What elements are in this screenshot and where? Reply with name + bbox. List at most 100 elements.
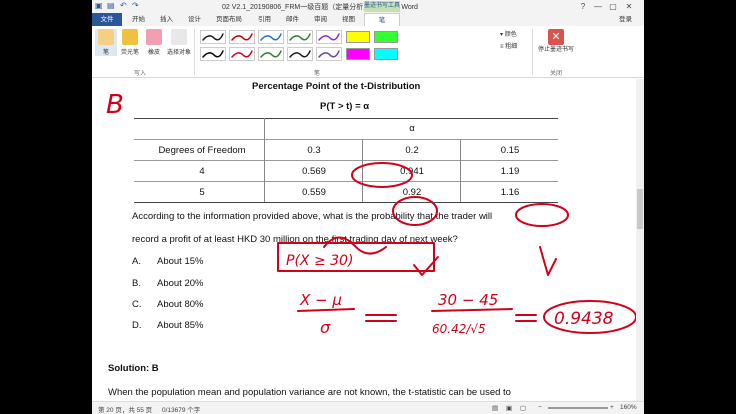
redo-icon[interactable]: ↷ bbox=[132, 1, 139, 11]
highlighter-button[interactable]: 荧光笔 bbox=[119, 29, 141, 56]
ink-formula-left: X − μ bbox=[299, 291, 342, 309]
status-bar: 第 20 页，共 55 页 0/13679 个字 ▤ ▣ ▢ − + 160% bbox=[92, 401, 644, 414]
zoom-in-icon[interactable]: + bbox=[610, 404, 614, 411]
save-icon[interactable]: ▤ bbox=[107, 1, 115, 11]
tab-review[interactable]: 审阅 bbox=[314, 13, 327, 26]
stop-inking-button[interactable]: ✕ 停止墨迹书写 bbox=[536, 29, 576, 54]
tab-references[interactable]: 引用 bbox=[258, 13, 271, 26]
group-divider bbox=[532, 29, 533, 75]
page-indicator[interactable]: 第 20 页，共 55 页 bbox=[98, 404, 152, 414]
highlighter-color-option[interactable] bbox=[346, 48, 370, 60]
table-cell: 1.16 bbox=[500, 187, 520, 198]
zoom-slider[interactable] bbox=[548, 407, 608, 409]
tab-pen[interactable]: 笔 bbox=[364, 13, 400, 26]
question-line-1: According to the information provided ab… bbox=[132, 211, 493, 222]
column-header: 0.2 bbox=[405, 145, 419, 156]
degrees-of-freedom-header: Degrees of Freedom bbox=[158, 145, 246, 156]
tab-file[interactable]: 文件 bbox=[92, 13, 122, 26]
table-cell: 0.92 bbox=[402, 187, 422, 198]
word-window: ▣ ▤ ↶ ↷ 02 V2.1_20190806_FRM一级百题（定量分析）_授… bbox=[92, 0, 644, 414]
close-button[interactable]: ✕ bbox=[622, 0, 636, 13]
ink-formula-mid-den: 60.42/√5 bbox=[432, 322, 486, 336]
pen-group-label: 笔 bbox=[314, 71, 321, 77]
alpha-header: α bbox=[409, 123, 415, 134]
ribbon-tabs: 墨迹书写工具 文件 开始 插入 设计 页面布局 引用 邮件 审阅 视图 笔 登录 bbox=[92, 1, 644, 26]
pen-style-option[interactable] bbox=[258, 47, 284, 61]
table-row-border bbox=[134, 139, 558, 140]
close-group-label: 关闭 bbox=[550, 71, 563, 77]
tab-design[interactable]: 设计 bbox=[188, 13, 201, 26]
word-count[interactable]: 0/13679 个字 bbox=[162, 404, 200, 414]
ink-fraction-bar bbox=[431, 308, 513, 312]
highlighter-label: 荧光笔 bbox=[120, 50, 139, 56]
ink-formula-mid: 30 − 45 bbox=[438, 291, 498, 309]
option-text: About 15% bbox=[157, 256, 204, 267]
select-objects-label: 选择对象 bbox=[166, 50, 191, 56]
solution-text: When the population mean and population … bbox=[108, 387, 511, 398]
vertical-scrollbar[interactable] bbox=[636, 79, 644, 401]
pen-style-option[interactable] bbox=[287, 30, 313, 44]
probability-expression: P(T > t) = α bbox=[320, 101, 370, 112]
pen-tool-label: 笔 bbox=[102, 50, 109, 56]
highlighter-color-option[interactable] bbox=[346, 31, 370, 43]
table-cell: 0.559 bbox=[302, 187, 326, 198]
eraser-button[interactable]: 橡皮 bbox=[143, 29, 165, 56]
eraser-label: 橡皮 bbox=[147, 50, 160, 56]
table-top-border bbox=[134, 118, 558, 119]
color-label: 颜色 bbox=[504, 32, 517, 38]
pen-style-option[interactable] bbox=[229, 30, 255, 44]
read-mode-icon[interactable]: ▤ bbox=[492, 404, 498, 412]
table-col-border bbox=[460, 139, 461, 202]
scrollbar-thumb[interactable] bbox=[637, 189, 643, 229]
highlighter-color-option[interactable] bbox=[374, 31, 398, 43]
pen-style-option[interactable] bbox=[200, 30, 226, 44]
pen-style-option[interactable] bbox=[200, 47, 226, 61]
table-cell: 0.569 bbox=[302, 166, 326, 177]
tab-mailings[interactable]: 邮件 bbox=[286, 13, 299, 26]
ink-result: 0.9438 bbox=[554, 309, 614, 329]
pen-style-option[interactable] bbox=[316, 30, 342, 44]
color-option[interactable]: ▾ 颜色 bbox=[500, 29, 517, 38]
ink-formula-prob: P(X ≥ 30) bbox=[286, 253, 353, 269]
document-area[interactable]: Percentage Point of the t-Distribution P… bbox=[92, 79, 644, 401]
zoom-level[interactable]: 160% bbox=[620, 404, 637, 411]
df-cell: 4 bbox=[199, 166, 205, 177]
undo-icon[interactable]: ↶ bbox=[120, 1, 127, 11]
highlighter-icon bbox=[122, 29, 138, 45]
pen-style-option[interactable] bbox=[316, 47, 342, 61]
print-layout-icon[interactable]: ▣ bbox=[506, 404, 512, 412]
zoom-out-icon[interactable]: − bbox=[538, 404, 542, 411]
ink-check-mark bbox=[413, 256, 439, 276]
column-header: 0.3 bbox=[307, 145, 321, 156]
minimize-button[interactable]: — bbox=[591, 0, 605, 13]
option-letter: B. bbox=[132, 278, 141, 289]
web-layout-icon[interactable]: ▢ bbox=[520, 404, 526, 412]
pen-tool-button[interactable]: 笔 bbox=[95, 29, 117, 56]
table-bottom-border bbox=[134, 202, 558, 203]
pen-style-option[interactable] bbox=[258, 30, 284, 44]
column-header: 0.15 bbox=[500, 145, 520, 156]
pen-style-option[interactable] bbox=[229, 47, 255, 61]
login-link[interactable]: 登录 bbox=[619, 13, 632, 26]
tab-view[interactable]: 视图 bbox=[342, 13, 355, 26]
pen-style-option[interactable] bbox=[287, 47, 313, 61]
word-logo-icon: ▣ bbox=[95, 1, 103, 10]
highlighter-color-option[interactable] bbox=[374, 48, 398, 60]
thickness-option[interactable]: ≡ 粗细 bbox=[500, 41, 517, 50]
table-col-border bbox=[362, 139, 363, 202]
table-row-border bbox=[134, 181, 558, 182]
restore-button[interactable]: ▢ bbox=[606, 0, 620, 13]
group-divider bbox=[194, 29, 195, 75]
tab-home[interactable]: 开始 bbox=[132, 13, 145, 26]
thickness-label: 粗细 bbox=[505, 44, 518, 50]
option-letter: C. bbox=[132, 299, 142, 310]
tab-layout[interactable]: 页面布局 bbox=[216, 13, 242, 26]
tab-insert[interactable]: 插入 bbox=[160, 13, 173, 26]
close-x-icon: ✕ bbox=[548, 29, 564, 45]
select-objects-button[interactable]: 选择对象 bbox=[165, 29, 193, 56]
ink-answer-b: B bbox=[106, 90, 124, 120]
option-text: About 20% bbox=[157, 278, 204, 289]
help-button[interactable]: ? bbox=[576, 0, 590, 13]
option-text: About 85% bbox=[157, 320, 204, 331]
table-cell: 1.19 bbox=[500, 166, 520, 177]
